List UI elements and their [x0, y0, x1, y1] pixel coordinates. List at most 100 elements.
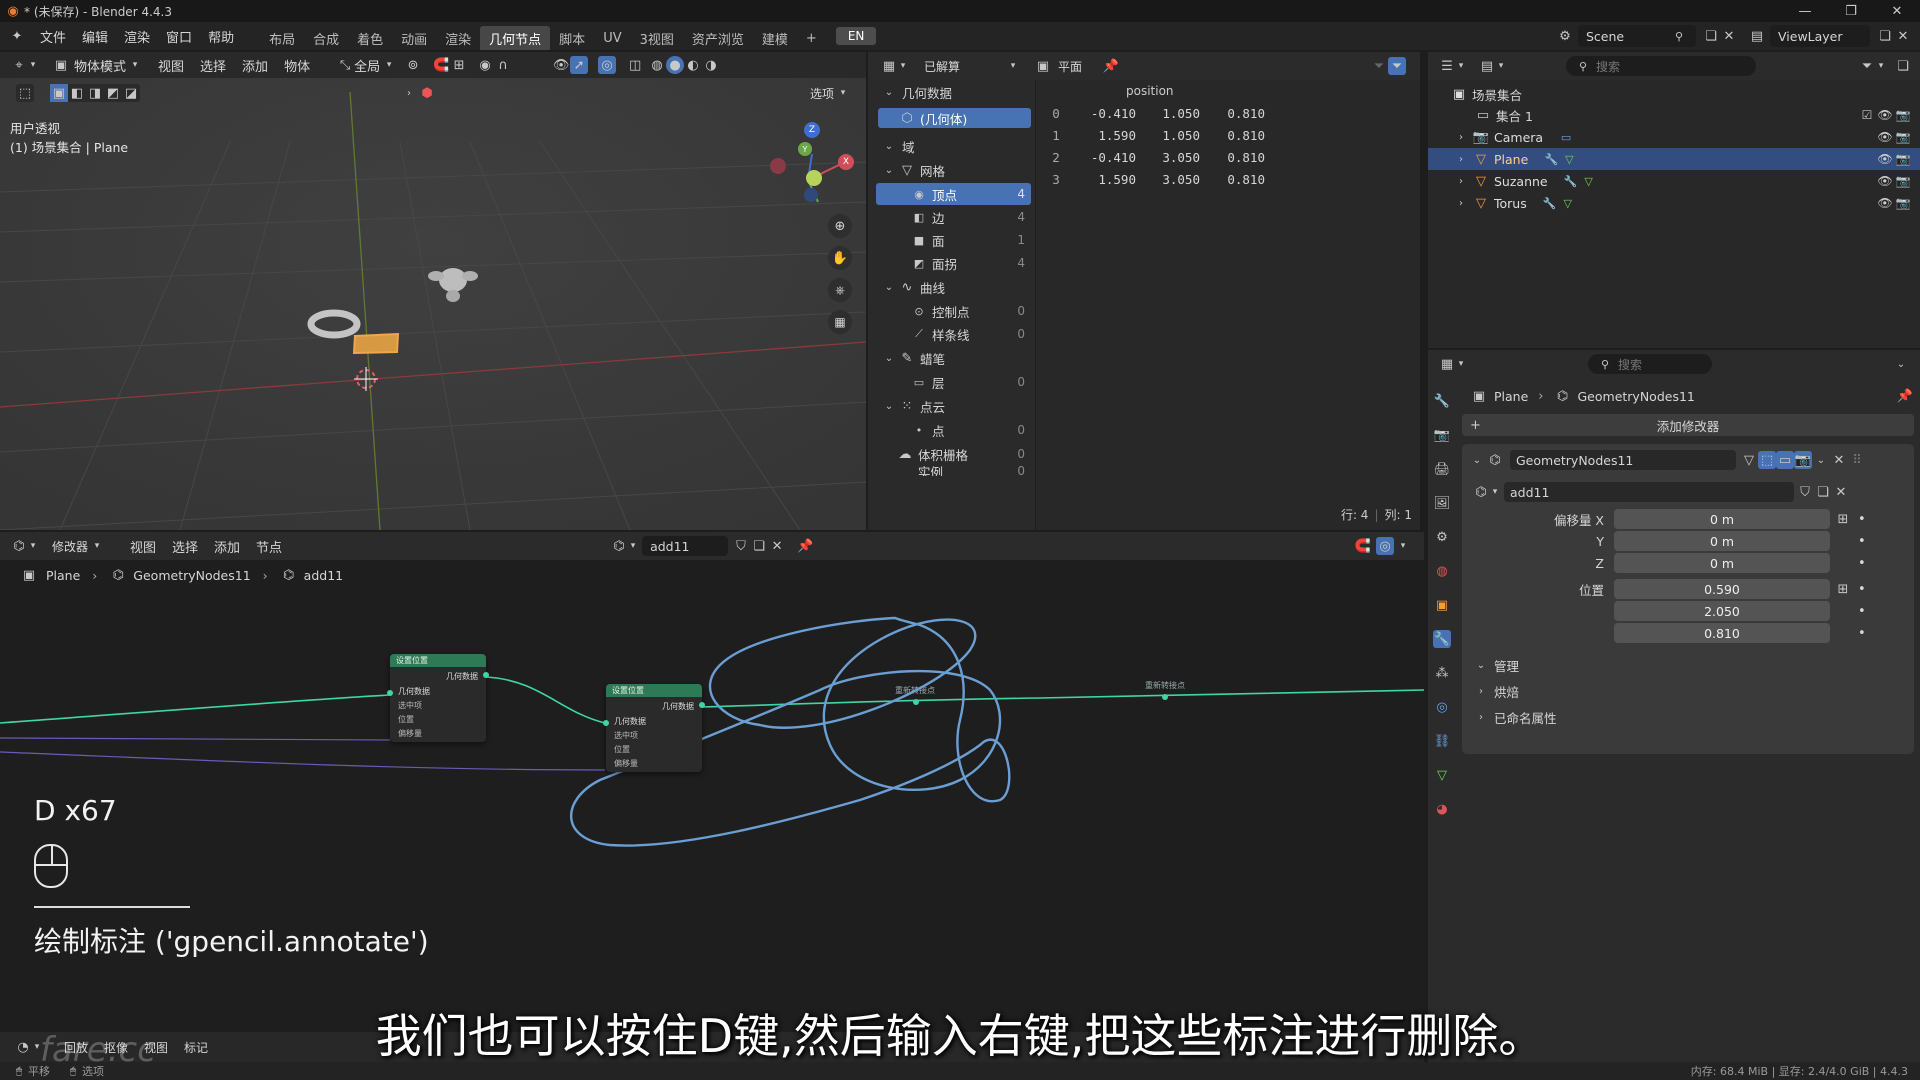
visibility-icon[interactable]: 👁 — [552, 56, 570, 74]
evaluation-dropdown[interactable]: 已解算 ▾ — [918, 55, 1028, 77]
world-tab-icon[interactable]: ◍ — [1433, 562, 1451, 580]
domain-volume[interactable]: ☁ 体积栅格 0 — [868, 442, 1035, 466]
checkbox-icon[interactable]: ☑ — [1858, 106, 1876, 124]
new-scene-icon[interactable]: ❏ — [1702, 27, 1720, 45]
options-dropdown[interactable]: 选项 ▾ — [804, 82, 858, 104]
outliner-item-camera[interactable]: › 📷 Camera ▭ 👁 📷 — [1428, 126, 1920, 148]
spreadsheet-editor-icon[interactable]: ▦ — [880, 57, 898, 75]
object-tab-icon[interactable]: ▣ — [1433, 596, 1451, 614]
remove-modifier-icon[interactable]: ✕ — [1830, 451, 1848, 469]
pivot-icon[interactable]: ⊚ — [404, 56, 422, 74]
outliner-item-suzanne[interactable]: › ▽ Suzanne 🔧 ▽ 👁 📷 — [1428, 170, 1920, 192]
mode-selector[interactable]: ▣ 物体模式 ▾ — [46, 54, 150, 76]
chevron-right-icon[interactable]: › — [1452, 128, 1470, 146]
gizmo-toggle-icon[interactable]: ➚ — [570, 56, 589, 74]
transform-orientation[interactable]: ⤡ 全局 ▾ — [330, 54, 404, 76]
tree-title-row[interactable]: ⌄ 几何数据 — [868, 80, 1035, 104]
object-toggle-icon[interactable]: ▣ — [1034, 57, 1052, 75]
pin-icon[interactable]: 📌 — [1102, 57, 1120, 75]
tab-uv[interactable]: UV — [594, 26, 630, 50]
eye-icon[interactable]: 👁 — [1876, 194, 1894, 212]
proportional-edit-icon[interactable]: ◉ — [476, 56, 494, 74]
domain-item[interactable]: ■ 面 1 — [876, 229, 1031, 251]
domain-title-row[interactable]: ⌄ 域 — [868, 134, 1035, 158]
offset-y-field[interactable]: 0 m — [1614, 531, 1830, 551]
tab-shading[interactable]: 着色 — [348, 26, 392, 50]
set-position-node[interactable]: 设置位置 几何数据 几何数据 选中项 位置 偏移量 — [387, 654, 489, 742]
tool-tab-icon[interactable]: 🔧 — [1433, 392, 1451, 410]
input-socket-toggle-icon[interactable]: ⊞ — [1834, 580, 1852, 598]
chevron-down-icon[interactable]: ⌄ — [1892, 355, 1910, 373]
panel-manage[interactable]: ⌄ 管理 — [1462, 652, 1914, 678]
zoom-icon[interactable]: ⊕ — [828, 214, 852, 238]
panel-bake[interactable]: › 烘焙 — [1462, 678, 1914, 704]
physics-tab-icon[interactable]: ◎ — [1433, 698, 1451, 716]
material-shading-icon[interactable]: ◐ — [684, 56, 702, 74]
camera-render-icon[interactable]: 📷 — [1894, 194, 1912, 212]
position-y-field[interactable]: 2.050 — [1614, 601, 1830, 621]
add-modifier-button[interactable]: + 添加修改器 — [1462, 414, 1914, 436]
position-z-field[interactable]: 0.810 — [1614, 623, 1830, 643]
select-intersect-icon[interactable]: ◪ — [122, 84, 140, 102]
expand-arrow-icon[interactable]: › — [400, 84, 418, 102]
modifier-name-field[interactable]: GeometryNodes11 — [1510, 450, 1736, 470]
filter-toggle-icon[interactable]: ⏷ — [1388, 57, 1406, 75]
keyframe-dot[interactable]: • — [1858, 556, 1866, 571]
display-mode-icon[interactable]: ▤ — [1478, 57, 1496, 75]
constraints-tab-icon[interactable]: ⛓ — [1433, 732, 1451, 750]
camera-render-icon[interactable]: 📷 — [1894, 150, 1912, 168]
domain-item[interactable]: ◩ 面拐 4 — [876, 252, 1031, 274]
unlink-icon[interactable]: ✕ — [1832, 483, 1850, 501]
domain-group[interactable]: ⌄ ▽ 网格 — [868, 158, 1035, 182]
eye-icon[interactable]: 👁 — [1876, 172, 1894, 190]
tab-geometry-nodes[interactable]: 几何节点 — [480, 26, 551, 50]
gizmo-neg-z-icon[interactable] — [804, 188, 818, 202]
output-tab-icon[interactable]: 🖨 — [1433, 460, 1451, 478]
scene-icon[interactable]: ⚙ — [1556, 27, 1574, 45]
domain-item[interactable]: ⊙ 控制点 0 — [876, 300, 1031, 322]
filter-icon[interactable]: ⏷ — [1370, 57, 1388, 75]
column-header[interactable]: position — [1126, 84, 1174, 98]
view-layer-selector[interactable]: ViewLayer — [1770, 25, 1870, 47]
pin-icon[interactable]: ⚲ — [1670, 27, 1688, 45]
eye-icon[interactable]: 👁 — [1876, 106, 1894, 124]
position-x-field[interactable]: 0.590 — [1614, 579, 1830, 599]
realtime-toggle-icon[interactable]: ▭ — [1776, 451, 1794, 469]
offset-x-field[interactable]: 0 m — [1614, 509, 1830, 529]
minimize-button[interactable]: — — [1782, 4, 1828, 19]
filter-icon[interactable]: ⏷ — [1858, 57, 1876, 75]
add-workspace-button[interactable]: + — [797, 26, 826, 50]
set-position-node[interactable]: 设置位置 几何数据 几何数据 选中项 位置 偏移量 — [603, 684, 705, 772]
view-layer-tab-icon[interactable]: 🖼 — [1433, 494, 1451, 512]
blender-menu-icon[interactable]: ✦ — [8, 27, 26, 45]
pin-icon[interactable]: 📌 — [1896, 387, 1914, 405]
editor-type-icon[interactable]: ⌖ — [10, 56, 28, 74]
chevron-right-icon[interactable]: › — [1452, 150, 1470, 168]
maximize-button[interactable]: ❐ — [1828, 4, 1874, 19]
menu-render[interactable]: 渲染 — [116, 24, 158, 48]
select-tool-icon[interactable]: ⬚ — [16, 84, 34, 102]
input-socket-toggle-icon[interactable]: ⊞ — [1834, 510, 1852, 528]
keyframe-dot[interactable]: • — [1858, 512, 1866, 527]
overlay-toggle-icon[interactable]: ◎ — [598, 56, 617, 74]
drag-handle-icon[interactable]: ⠿ — [1848, 451, 1866, 469]
menu-file[interactable]: 文件 — [32, 24, 74, 48]
particles-tab-icon[interactable]: ⁂ — [1433, 664, 1451, 682]
domain-item[interactable]: ◧ 边 4 — [876, 206, 1031, 228]
solid-shading-icon[interactable]: ● — [666, 56, 685, 74]
outliner-editor-icon[interactable]: ☰ — [1438, 57, 1456, 75]
gizmo-neg-y-icon[interactable] — [806, 170, 822, 186]
viewport-menu-add[interactable]: 添加 — [234, 53, 276, 77]
gizmo-neg-x-icon[interactable] — [770, 158, 786, 174]
domain-group[interactable]: ⌄ ∿ 曲线 — [868, 275, 1035, 299]
node-tree-icon[interactable]: ⌬ — [1472, 483, 1490, 501]
delete-scene-icon[interactable]: ✕ — [1720, 27, 1738, 45]
socket-dot[interactable] — [483, 672, 489, 678]
domain-instance[interactable]: 实例 0 — [868, 466, 1035, 476]
outliner-search[interactable]: ⚲ 搜索 — [1566, 56, 1756, 76]
camera-render-icon[interactable]: 📷 — [1894, 106, 1912, 124]
domain-item[interactable]: • 点 0 — [876, 419, 1031, 441]
eye-icon[interactable]: 👁 — [1876, 150, 1894, 168]
delete-view-layer-icon[interactable]: ✕ — [1894, 27, 1912, 45]
gizmo-z-icon[interactable]: Z — [804, 122, 820, 138]
